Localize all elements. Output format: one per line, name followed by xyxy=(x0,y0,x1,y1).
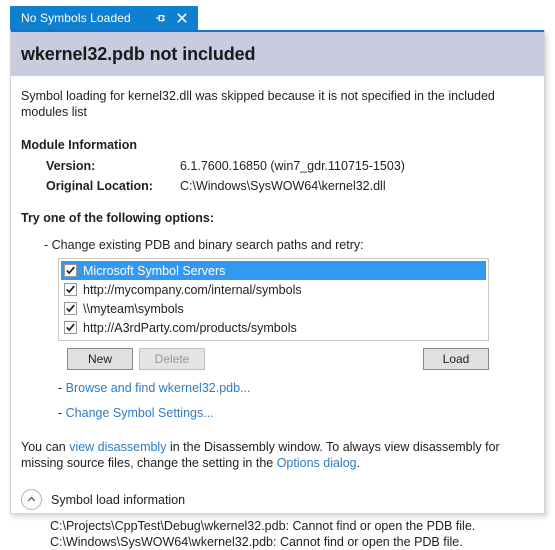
disassembly-part-3: . xyxy=(356,456,361,470)
list-item-label: Microsoft Symbol Servers xyxy=(83,263,226,278)
list-item[interactable]: Microsoft Symbol Servers xyxy=(61,261,486,280)
checkbox-icon[interactable] xyxy=(64,283,77,296)
tab-icon-group xyxy=(153,11,190,26)
bullet-dash: - xyxy=(58,381,66,395)
original-location-value: C:\Windows\SysWOW64\kernel32.dll xyxy=(180,179,386,193)
listbox-button-row: New Delete Load xyxy=(67,348,489,370)
tab-no-symbols-loaded[interactable]: No Symbols Loaded xyxy=(10,6,198,30)
chevron-up-icon[interactable] xyxy=(21,489,42,510)
original-location-label: Original Location: xyxy=(46,179,153,193)
list-item[interactable]: http://A3rdParty.com/products/symbols xyxy=(61,318,486,337)
version-value: 6.1.7600.16850 (win7_gdr.110715-1503) xyxy=(180,159,405,173)
load-button[interactable]: Load xyxy=(423,348,489,370)
module-information-heading: Module Information xyxy=(21,138,137,152)
browse-pdb-line: - Browse and find wkernel32.pdb... xyxy=(58,381,534,395)
symbol-load-information-label: Symbol load information xyxy=(51,492,186,507)
module-information-table: Version: 6.1.7600.16850 (win7_gdr.110715… xyxy=(46,159,405,199)
list-item-label: \\myteam\symbols xyxy=(83,301,184,316)
no-symbols-loaded-window: No Symbols Loaded wkernel32.pdb not incl… xyxy=(0,0,555,549)
dialog-panel: wkernel32.pdb not included Symbol loadin… xyxy=(10,30,545,549)
delete-button: Delete xyxy=(139,348,205,370)
intro-text: Symbol loading for kernel32.dll was skip… xyxy=(21,89,495,119)
table-row: Original Location: C:\Windows\SysWOW64\k… xyxy=(46,179,405,199)
checkbox-icon[interactable] xyxy=(64,264,77,277)
symbol-load-log: C:\Projects\CppTest\Debug\wkernel32.pdb:… xyxy=(50,518,534,550)
disassembly-part-1: You can xyxy=(21,440,70,454)
close-icon[interactable] xyxy=(175,11,190,26)
checkbox-icon[interactable] xyxy=(64,321,77,334)
browse-and-find-pdb-link[interactable]: Browse and find wkernel32.pdb... xyxy=(66,381,251,395)
symbol-paths-listbox[interactable]: Microsoft Symbol Servers http://mycompan… xyxy=(58,258,489,341)
list-item[interactable]: http://mycompany.com/internal/symbols xyxy=(61,280,486,299)
disassembly-text: You can view disassembly in the Disassem… xyxy=(21,439,526,471)
list-item-label: http://mycompany.com/internal/symbols xyxy=(83,282,302,297)
symbol-load-log-line: C:\Projects\CppTest\Debug\wkernel32.pdb:… xyxy=(50,519,476,533)
banner: wkernel32.pdb not included xyxy=(11,30,544,76)
pin-icon[interactable] xyxy=(153,11,168,26)
list-item-label: http://A3rdParty.com/products/symbols xyxy=(83,320,297,335)
list-item[interactable]: \\myteam\symbols xyxy=(61,299,486,318)
options-dialog-link[interactable]: Options dialog xyxy=(277,456,357,470)
tab-strip: No Symbols Loaded xyxy=(10,6,545,30)
page-title: wkernel32.pdb not included xyxy=(21,43,256,64)
table-row: Version: 6.1.7600.16850 (win7_gdr.110715… xyxy=(46,159,405,179)
checkbox-icon[interactable] xyxy=(64,302,77,315)
symbol-load-information-expander[interactable]: Symbol load information xyxy=(21,489,534,510)
options-heading: Try one of the following options: xyxy=(21,211,215,225)
bullet-dash: - xyxy=(58,406,66,420)
symbol-load-log-line: C:\Windows\SysWOW64\wkernel32.pdb: Canno… xyxy=(50,535,463,549)
change-paths-instruction: - Change existing PDB and binary search … xyxy=(44,238,364,252)
tab-title: No Symbols Loaded xyxy=(21,11,131,25)
view-disassembly-link[interactable]: view disassembly xyxy=(69,440,166,454)
change-symbol-settings-link[interactable]: Change Symbol Settings... xyxy=(66,406,214,420)
new-button[interactable]: New xyxy=(67,348,133,370)
change-symbol-settings-line: - Change Symbol Settings... xyxy=(58,406,534,420)
dialog-content: Symbol loading for kernel32.dll was skip… xyxy=(11,88,544,550)
version-label: Version: xyxy=(46,159,96,173)
